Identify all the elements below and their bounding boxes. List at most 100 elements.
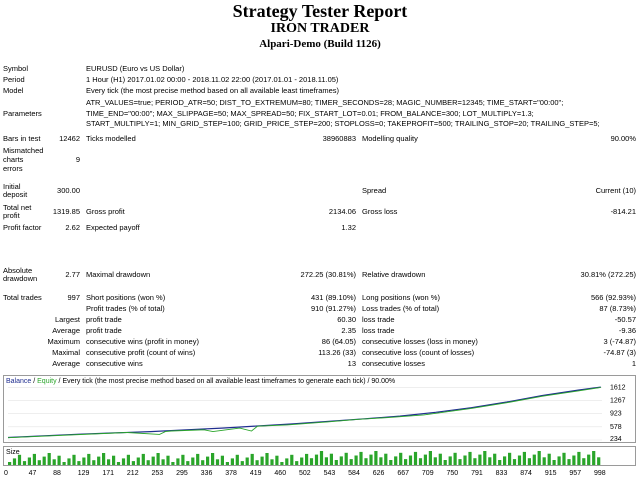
mcl-value: 3 (-74.87) bbox=[603, 337, 636, 346]
size-bar bbox=[329, 453, 333, 465]
size-bar bbox=[384, 453, 388, 465]
mismatch-label: charts bbox=[3, 155, 24, 164]
payoff-label: Expected payoff bbox=[86, 223, 140, 232]
absdd-label: drawdown bbox=[3, 274, 38, 283]
lloss-value: -50.57 bbox=[614, 315, 636, 324]
long-label: Long positions (won %) bbox=[362, 293, 440, 302]
expert-name: IRON TRADER bbox=[270, 21, 370, 36]
size-bar bbox=[42, 456, 46, 465]
mcll-value: -74.87 (3) bbox=[603, 348, 636, 357]
size-bar bbox=[240, 461, 244, 465]
size-bar bbox=[107, 459, 111, 465]
size-bar bbox=[67, 458, 71, 465]
size-bar bbox=[295, 461, 299, 465]
size-bar bbox=[215, 459, 220, 465]
size-bar bbox=[72, 454, 76, 465]
maximum-label: Maximum bbox=[47, 337, 80, 346]
size-bar bbox=[423, 454, 427, 465]
size-bar bbox=[572, 455, 576, 465]
mcw-label: consecutive wins (profit in money) bbox=[86, 337, 199, 346]
long-value: 566 (92.93%) bbox=[590, 293, 636, 302]
size-bar bbox=[473, 458, 477, 465]
grossprofit-value: 2134.06 bbox=[328, 207, 356, 216]
parameters-line: START_MULTIPLY=1; MIN_GRID_STEP=100; GRI… bbox=[86, 119, 600, 128]
size-bar bbox=[404, 459, 408, 465]
size-bar bbox=[324, 457, 328, 465]
size-bar bbox=[136, 457, 140, 465]
size-bar bbox=[478, 454, 482, 465]
size-bar bbox=[314, 454, 319, 465]
symbol-label: Symbol bbox=[3, 64, 29, 73]
lprofit-value: 60.30 bbox=[337, 315, 356, 324]
size-bar bbox=[309, 458, 314, 465]
size-bar bbox=[443, 460, 447, 465]
size-bar bbox=[448, 456, 452, 465]
aloss-value: -9.36 bbox=[618, 326, 636, 335]
size-bar bbox=[270, 459, 274, 465]
size-bar bbox=[433, 457, 437, 465]
size-bar bbox=[542, 457, 546, 465]
size-bar bbox=[260, 456, 264, 465]
x-tick-label: 47 bbox=[28, 470, 37, 477]
size-bar bbox=[47, 453, 51, 465]
x-tick-label: 874 bbox=[520, 470, 532, 477]
size-bar bbox=[126, 454, 130, 465]
size-bar bbox=[300, 457, 304, 465]
size-bar bbox=[250, 453, 254, 465]
x-tick-label: 460 bbox=[274, 470, 287, 477]
x-tick-label: 915 bbox=[544, 470, 557, 477]
grossloss-value: -814.21 bbox=[610, 207, 636, 216]
aloss-label: loss trade bbox=[362, 326, 395, 335]
report-title: Strategy Tester Report bbox=[232, 1, 408, 21]
x-tick-label: 336 bbox=[200, 470, 213, 477]
reldd-label: Relative drawdown bbox=[362, 270, 426, 279]
mcp-label: consecutive profit (count of wins) bbox=[86, 348, 196, 357]
model-value: Every tick (the most precise method base… bbox=[86, 86, 340, 95]
ticks-label: Ticks modelled bbox=[86, 134, 136, 143]
acw-label: consecutive wins bbox=[86, 359, 143, 368]
size-bar bbox=[413, 451, 418, 465]
size-bar bbox=[52, 459, 56, 465]
bars-value: 12462 bbox=[59, 134, 80, 143]
x-tick-label: 833 bbox=[495, 470, 508, 477]
y-tick-label: 923 bbox=[610, 411, 622, 418]
y-tick-label: 1267 bbox=[610, 398, 626, 405]
mcll-label: consecutive loss (count of losses) bbox=[362, 348, 475, 357]
size-bar bbox=[230, 458, 234, 465]
size-bar bbox=[176, 458, 180, 465]
period-value: 1 Hour (H1) 2017.01.02 00:00 - 2018.11.0… bbox=[86, 75, 339, 84]
size-bar bbox=[17, 454, 22, 465]
x-tick-label: 667 bbox=[397, 470, 410, 477]
size-bar bbox=[468, 451, 472, 465]
size-bar bbox=[557, 456, 561, 465]
x-tick-label: 129 bbox=[77, 470, 90, 477]
x-tick-label: 502 bbox=[299, 470, 311, 477]
size-bar bbox=[339, 456, 343, 465]
x-tick-label: 171 bbox=[102, 470, 115, 477]
size-bar bbox=[12, 458, 17, 465]
size-bar bbox=[577, 451, 581, 465]
size-bar bbox=[508, 452, 512, 465]
average2-label: Average bbox=[52, 359, 80, 368]
chart-legend: Balance / Equity / Every tick (the most … bbox=[6, 377, 395, 386]
size-bar bbox=[146, 460, 150, 465]
size-bar bbox=[245, 457, 249, 465]
quality-label: Modelling quality bbox=[362, 134, 418, 143]
size-bar bbox=[156, 453, 160, 465]
pf-label: Profit factor bbox=[3, 223, 42, 232]
size-bar bbox=[408, 455, 413, 465]
size-bar bbox=[503, 456, 507, 465]
x-tick-label: 584 bbox=[348, 470, 360, 477]
size-bar bbox=[131, 461, 135, 465]
size-bar bbox=[57, 455, 61, 465]
size-bar bbox=[225, 462, 229, 465]
size-bar bbox=[319, 451, 324, 465]
size-bar bbox=[349, 459, 353, 465]
size-bar bbox=[389, 460, 393, 465]
maxdd-value: 272.25 (30.81%) bbox=[300, 270, 356, 279]
size-bar bbox=[171, 462, 175, 465]
size-bar bbox=[97, 456, 101, 465]
size-bar bbox=[522, 451, 526, 465]
x-tick-label: 957 bbox=[569, 470, 582, 477]
size-bar bbox=[280, 462, 284, 465]
